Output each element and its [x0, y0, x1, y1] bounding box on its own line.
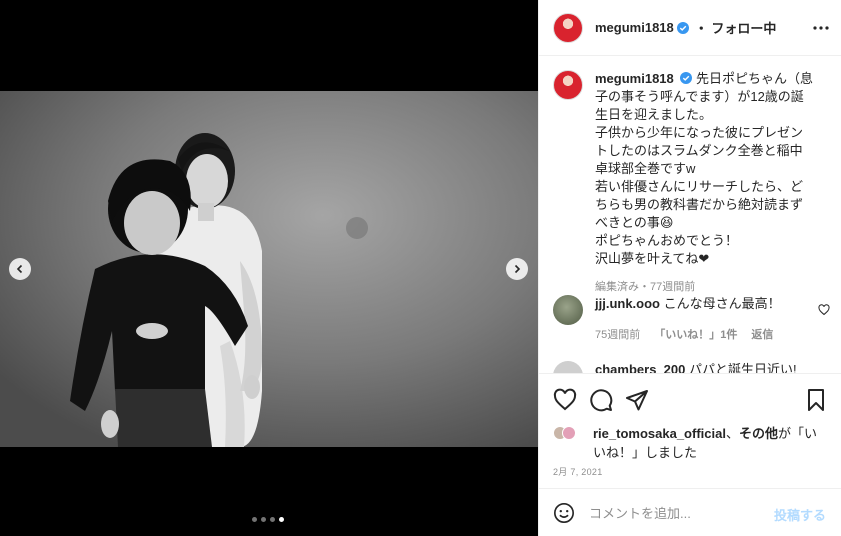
carousel-prev-button[interactable]	[9, 258, 31, 280]
caption: megumi1818 先日ポピちゃん（息 子の事そう呼んでます）が12歳の誕 生…	[553, 70, 835, 296]
liker-avatars	[553, 424, 587, 442]
commenter-username[interactable]: jjj.unk.ooo	[595, 296, 660, 311]
caption-body: megumi1818 先日ポピちゃん（息 子の事そう呼んでます）が12歳の誕 生…	[595, 70, 835, 296]
share-icon[interactable]	[625, 388, 649, 412]
comment-meta: 75週間前 「いいね！」1件 返信	[595, 326, 781, 344]
caption-text-line: 卓球部全巻ですw	[595, 161, 696, 176]
likes-others-link[interactable]: その他	[739, 426, 778, 441]
author-username[interactable]: megumi1818	[595, 20, 674, 35]
caption-text-line: 子の事そう呼んでます）が12歳の誕	[595, 89, 804, 104]
verified-icon	[680, 72, 693, 84]
comment-heart-icon[interactable]	[818, 304, 830, 316]
likes-summary: rie_tomosaka_official、その他が「いいね！」しました	[553, 424, 823, 462]
carousel-next-button[interactable]	[506, 258, 528, 280]
emoji-icon[interactable]	[553, 502, 575, 524]
comment-reply-button[interactable]: 返信	[751, 326, 773, 344]
comment-item: chambers_200 パパと誕生日近い!	[553, 361, 797, 373]
carousel-indicator	[252, 517, 284, 522]
comment-composer: 投稿する	[539, 488, 841, 536]
more-icon[interactable]	[812, 19, 830, 37]
caption-text-line: 子供から少年になった彼にプレゼン	[595, 125, 804, 140]
comment-likes-link[interactable]: 「いいね！」1件	[654, 326, 737, 344]
action-bar	[539, 373, 841, 423]
carousel-dot	[261, 517, 266, 522]
post-media	[0, 0, 538, 536]
comment-text: こんな母さん最高！	[663, 296, 781, 311]
caption-text-line: 沢山夢を叶えてね❤	[595, 251, 710, 266]
comment-body: jjj.unk.ooo こんな母さん最高！ 75週間前 「いいね！」1件 返信	[595, 295, 781, 344]
bookmark-icon[interactable]	[804, 388, 828, 412]
caption-text-line: 先日ポピちゃん（息	[696, 71, 814, 86]
comment-body: chambers_200 パパと誕生日近い!	[595, 361, 797, 373]
likes-text: rie_tomosaka_official、その他が「いいね！」しました	[593, 424, 823, 462]
comments-list[interactable]: megumi1818 先日ポピちゃん（息 子の事そう呼んでます）が12歳の誕 生…	[539, 57, 841, 373]
verified-icon	[676, 21, 689, 34]
caption-text-line: 若い俳優さんにリサーチしたら、ど	[595, 179, 804, 194]
commenter-username[interactable]: chambers_200	[595, 362, 685, 373]
caption-meta: 編集済み・77週間前	[595, 281, 696, 293]
chevron-right-icon	[514, 264, 521, 274]
post-photo	[0, 91, 538, 447]
comment-time: 75週間前	[595, 329, 641, 341]
caption-text-line: ポピちゃんおめでとう！	[595, 233, 739, 248]
chevron-left-icon	[16, 264, 23, 274]
comment-input[interactable]	[589, 503, 769, 523]
liker-avatar[interactable]	[562, 426, 576, 440]
caption-avatar[interactable]	[553, 70, 583, 100]
caption-text-line: べきとの事😆	[595, 215, 674, 230]
carousel-dot	[270, 517, 275, 522]
photo-image	[0, 91, 538, 447]
commenter-avatar[interactable]	[553, 361, 583, 373]
follow-status-button[interactable]: ・ フォロー中	[695, 18, 777, 37]
comment-item: jjj.unk.ooo こんな母さん最高！ 75週間前 「いいね！」1件 返信	[553, 295, 833, 344]
caption-username[interactable]: megumi1818	[595, 71, 674, 86]
liker-username[interactable]: rie_tomosaka_official	[593, 426, 726, 441]
caption-text-line: 生日を迎えました。	[595, 107, 713, 122]
post-comment-button[interactable]: 投稿する	[774, 505, 826, 524]
carousel-dot-active	[279, 517, 284, 522]
commenter-avatar[interactable]	[553, 295, 583, 325]
caption-text-line: ちらも男の教科書だから絶対読まず	[595, 197, 804, 212]
heart-icon[interactable]	[553, 388, 577, 412]
comment-text: パパと誕生日近い!	[688, 362, 797, 373]
post-header: megumi1818 ・ フォロー中	[539, 0, 841, 56]
likes-separator: 、	[725, 426, 739, 441]
carousel-dot	[252, 517, 257, 522]
post-sidebar: megumi1818 ・ フォロー中 megumi1818 先日ポピちゃん（息	[538, 0, 841, 536]
author-avatar[interactable]	[553, 12, 583, 43]
comment-icon[interactable]	[589, 388, 613, 412]
caption-text-line: トしたのはスラムダンク全巻と稲中	[595, 143, 803, 158]
post-date[interactable]: 2月 7, 2021	[553, 465, 603, 478]
